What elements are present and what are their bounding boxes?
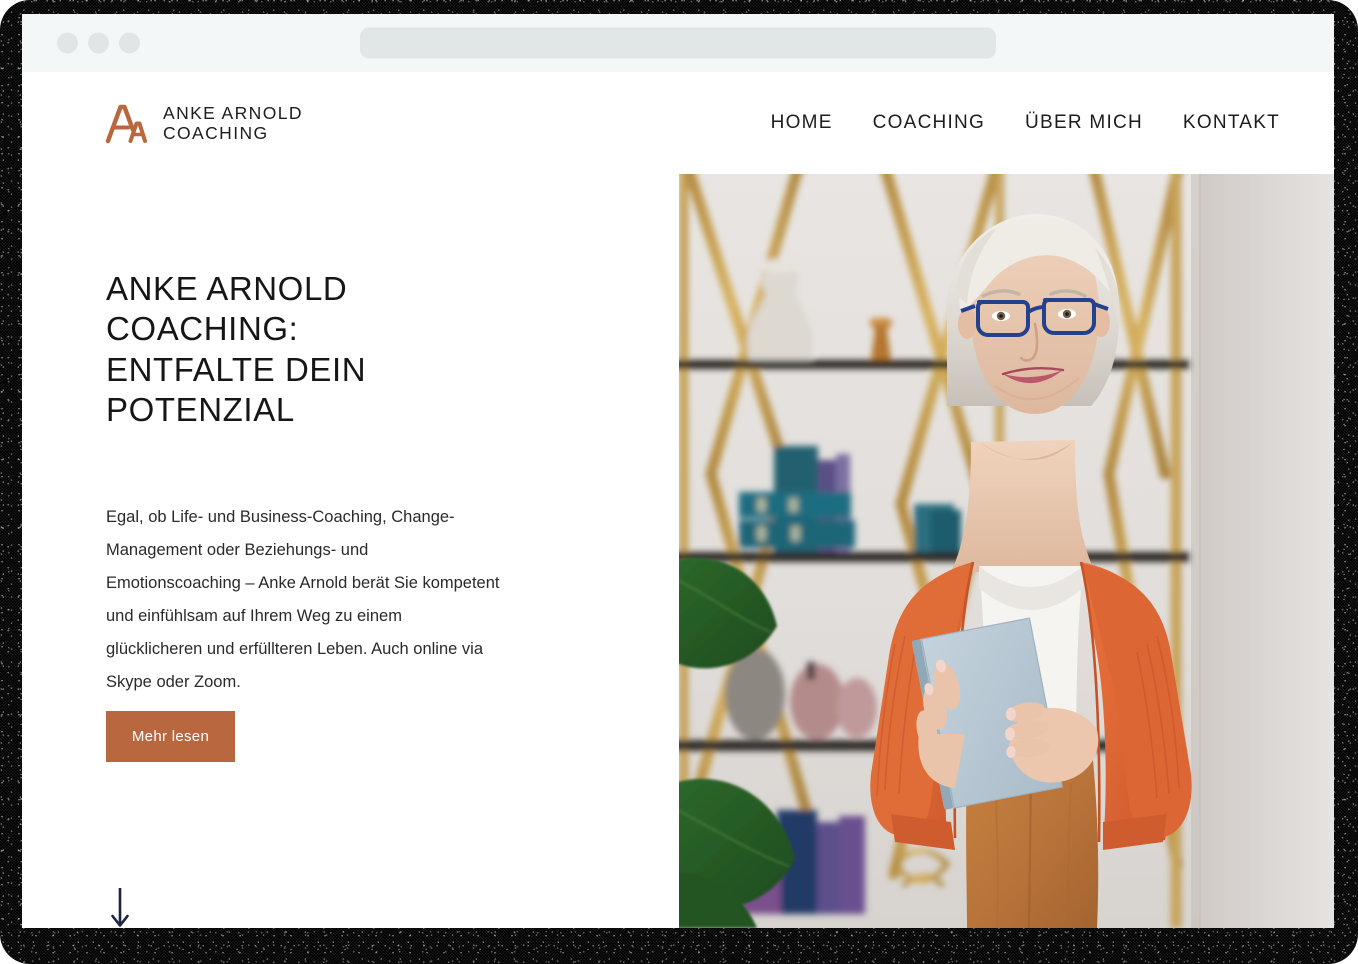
nav-link-coaching[interactable]: COACHING [873,112,985,134]
browser-chrome [22,14,1334,72]
arrow-down-icon[interactable] [105,886,135,928]
nav-link-home[interactable]: HOME [771,112,833,134]
minimize-window-button[interactable] [88,32,109,54]
address-bar-input[interactable] [360,27,996,59]
hero-image [679,174,1334,928]
brand-wordmark: ANKE ARNOLD COACHING [163,103,303,144]
page-title: ANKE ARNOLD COACHING: ENTFALTE DEIN POTE… [106,270,367,428]
nav-link-ueber-mich[interactable]: ÜBER MICH [1025,112,1143,134]
mehr-lesen-button[interactable]: Mehr lesen [106,711,235,762]
hero-section: ANKE ARNOLD COACHING: ENTFALTE DEIN POTE… [22,174,1334,928]
brand-line-2: COACHING [163,123,269,143]
brand-line-1: ANKE ARNOLD [163,102,303,123]
brand-logo-link[interactable]: ANKE ARNOLD COACHING [105,102,303,144]
hero-description: Egal, ob Life- und Business-Coaching, Ch… [106,508,500,691]
site-header: ANKE ARNOLD COACHING HOME COACHING ÜBER … [22,72,1334,174]
maximize-window-button[interactable] [119,32,140,54]
hero-copy-block: ANKE ARNOLD COACHING: ENTFALTE DEIN POTE… [106,269,536,699]
hero-text-column: ANKE ARNOLD COACHING: ENTFALTE DEIN POTE… [22,174,679,928]
main-navigation: HOME COACHING ÜBER MICH KONTAKT [771,112,1280,134]
nav-link-kontakt[interactable]: KONTAKT [1183,112,1280,134]
traffic-light-group [57,32,140,54]
close-window-button[interactable] [57,32,78,54]
aa-monogram-icon [105,104,147,144]
browser-window: ANKE ARNOLD COACHING HOME COACHING ÜBER … [22,14,1334,928]
